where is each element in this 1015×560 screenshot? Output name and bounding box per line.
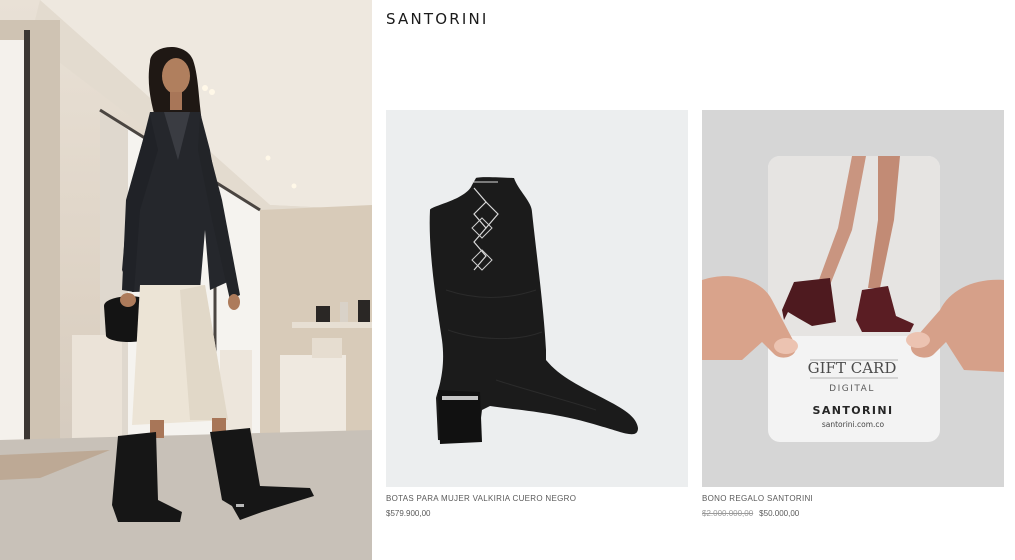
product-image-link[interactable]: [386, 110, 688, 487]
hero-image[interactable]: [0, 0, 372, 560]
product-prices: $579.900,00: [386, 509, 688, 518]
product-image-link[interactable]: GIFT CARD DIGITAL SANTORINI santorini.co…: [702, 110, 1004, 487]
boot-image-icon: [386, 110, 688, 487]
product-card[interactable]: BOTAS PARA MUJER VALKIRIA CUERO NEGRO $5…: [386, 110, 688, 518]
product-prices: $2.000.000,00 $50.000,00: [702, 509, 1004, 518]
product-name[interactable]: BONO REGALO SANTORINI: [702, 494, 1004, 503]
gift-card-image-icon: GIFT CARD DIGITAL SANTORINI santorini.co…: [702, 110, 1004, 487]
product-price: $579.900,00: [386, 509, 431, 518]
gift-card-url: santorini.com.co: [822, 420, 885, 429]
gift-card-subtitle: DIGITAL: [829, 384, 875, 394]
product-old-price: $2.000.000,00: [702, 509, 754, 518]
gift-card-title: GIFT CARD: [808, 359, 897, 377]
product-name[interactable]: BOTAS PARA MUJER VALKIRIA CUERO NEGRO: [386, 494, 688, 503]
brand-logo[interactable]: SANTORINI: [386, 10, 489, 28]
hero-photo: [0, 0, 372, 560]
product-card[interactable]: GIFT CARD DIGITAL SANTORINI santorini.co…: [702, 110, 1004, 518]
product-price: $50.000,00: [759, 509, 800, 518]
gift-card-brand: SANTORINI: [813, 404, 894, 417]
